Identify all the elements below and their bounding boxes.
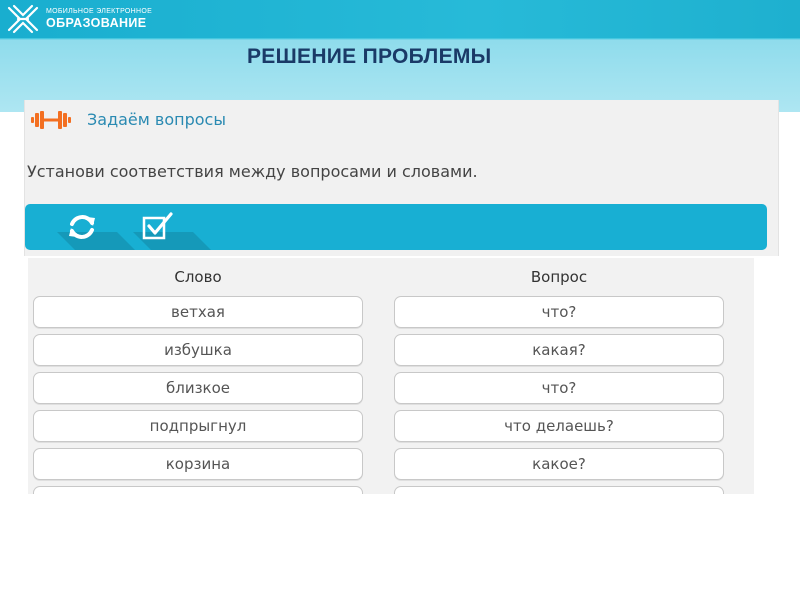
- question-cell[interactable]: что?: [394, 296, 724, 328]
- header-banner: МОБИЛЬНОЕ ЭЛЕКТРОННОЕ ОБРАЗОВАНИЕ РЕШЕНИ…: [0, 0, 800, 112]
- word-cell[interactable]: подпрыгнул: [33, 410, 363, 442]
- question-cell[interactable]: какая?: [394, 334, 724, 366]
- task-header: Задаём вопросы: [31, 110, 226, 129]
- check-icon: [142, 212, 173, 240]
- word-cell[interactable]: корзина: [33, 448, 363, 480]
- words-column-header: Слово: [174, 268, 222, 286]
- task-title: Задаём вопросы: [87, 110, 226, 129]
- task-panel: Задаём вопросы Установи соответствия меж…: [24, 100, 779, 256]
- logo-text: МОБИЛЬНОЕ ЭЛЕКТРОННОЕ ОБРАЗОВАНИЕ: [46, 8, 152, 30]
- logo-icon: [7, 4, 39, 34]
- refresh-icon: [69, 215, 95, 239]
- word-cell-partial[interactable]: [33, 486, 363, 494]
- questions-column-header: Вопрос: [530, 268, 588, 286]
- question-cell-partial[interactable]: [394, 486, 724, 494]
- page-title: РЕШЕНИЕ ПРОБЛЕМЫ: [247, 45, 492, 68]
- logo[interactable]: МОБИЛЬНОЕ ЭЛЕКТРОННОЕ ОБРАЗОВАНИЕ: [6, 4, 152, 34]
- logo-line-1: МОБИЛЬНОЕ ЭЛЕКТРОННОЕ: [46, 8, 153, 16]
- task-toolbar: [25, 204, 767, 250]
- word-cell[interactable]: избушка: [33, 334, 363, 366]
- matching-area: Слово ветхая избушка близкое подпрыгнул …: [28, 258, 754, 494]
- question-cell[interactable]: какое?: [394, 448, 724, 480]
- question-cell[interactable]: что делаешь?: [394, 410, 724, 442]
- task-instruction: Установи соответствия между вопросами и …: [27, 162, 478, 181]
- questions-column: Вопрос что? какая? что? что делаешь? как…: [394, 258, 724, 494]
- words-column: Слово ветхая избушка близкое подпрыгнул …: [33, 258, 363, 494]
- question-cell[interactable]: что?: [394, 372, 724, 404]
- check-button[interactable]: [123, 204, 193, 250]
- word-cell[interactable]: ветхая: [33, 296, 363, 328]
- refresh-button[interactable]: [47, 204, 117, 250]
- dumbbell-icon: [31, 110, 71, 129]
- logo-line-2: ОБРАЗОВАНИЕ: [46, 16, 147, 31]
- word-cell[interactable]: близкое: [33, 372, 363, 404]
